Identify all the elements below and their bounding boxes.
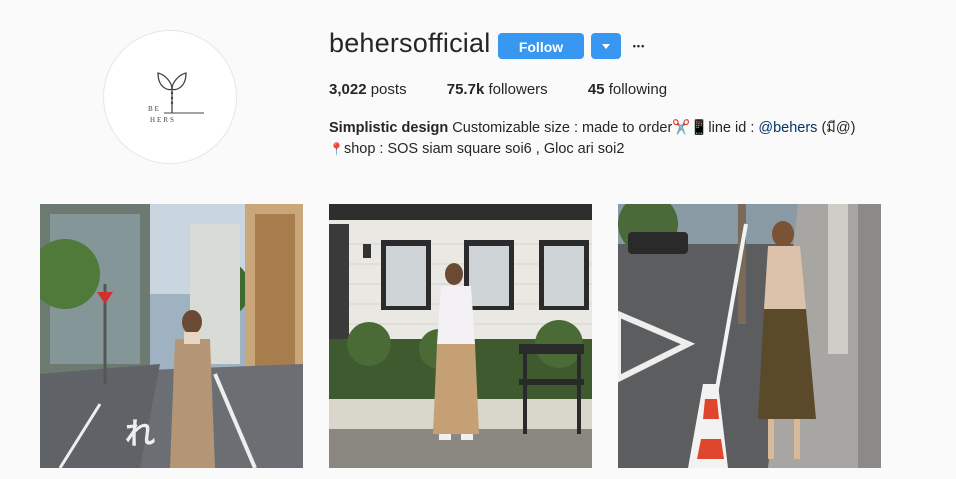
- posts-stat: 3,022 posts: [329, 81, 407, 98]
- profile-stats: 3,022 posts 75.7k followers 45 following: [329, 81, 703, 98]
- chevron-down-icon: [602, 44, 610, 49]
- post-thumbnail[interactable]: れ: [40, 204, 303, 468]
- bio-text: Customizable size : made to order✂️📱line…: [452, 120, 759, 136]
- bio-text-tail: (มี@): [817, 120, 856, 136]
- brick-wall-photo-icon: [329, 204, 592, 468]
- more-options-icon: •••: [632, 41, 646, 51]
- following-stat[interactable]: 45 following: [588, 81, 667, 98]
- svg-text:れ: れ: [125, 417, 155, 452]
- post-thumbnail[interactable]: [329, 204, 592, 468]
- profile-avatar[interactable]: BE HERS: [103, 30, 237, 164]
- followers-count: 75.7k: [446, 81, 485, 98]
- profile-bio: Simplistic design Customizable size : ma…: [329, 118, 855, 160]
- bio-mention-link[interactable]: @behers: [758, 120, 817, 136]
- svg-text:BE: BE: [148, 105, 161, 113]
- road-photo-icon: [618, 204, 881, 468]
- location-pin-icon: 📍: [329, 142, 344, 156]
- more-options-button[interactable]: •••: [630, 34, 648, 56]
- post-thumbnail[interactable]: [618, 204, 881, 468]
- followers-stat[interactable]: 75.7k followers: [447, 81, 548, 98]
- following-label: following: [608, 81, 668, 98]
- street-photo-icon: れ: [40, 204, 303, 468]
- profile-username: behersofficial: [329, 28, 491, 58]
- suggestions-dropdown-button[interactable]: [591, 33, 621, 59]
- posts-label: posts: [370, 81, 407, 98]
- posts-count: 3,022: [329, 81, 367, 98]
- bio-line-1: Simplistic design Customizable size : ma…: [329, 118, 855, 139]
- profile-full-name: Simplistic design: [329, 120, 449, 136]
- following-count: 45: [587, 81, 605, 98]
- bio-shop-text: shop : SOS siam square soi6 , Gloc ari s…: [343, 141, 625, 157]
- svg-text:HERS: HERS: [150, 116, 176, 124]
- brand-logo-icon: BE HERS: [148, 72, 204, 124]
- bio-line-2: 📍shop : SOS siam square soi6 , Gloc ari …: [329, 139, 855, 160]
- followers-label: followers: [488, 81, 548, 98]
- follow-button[interactable]: Follow: [498, 33, 584, 59]
